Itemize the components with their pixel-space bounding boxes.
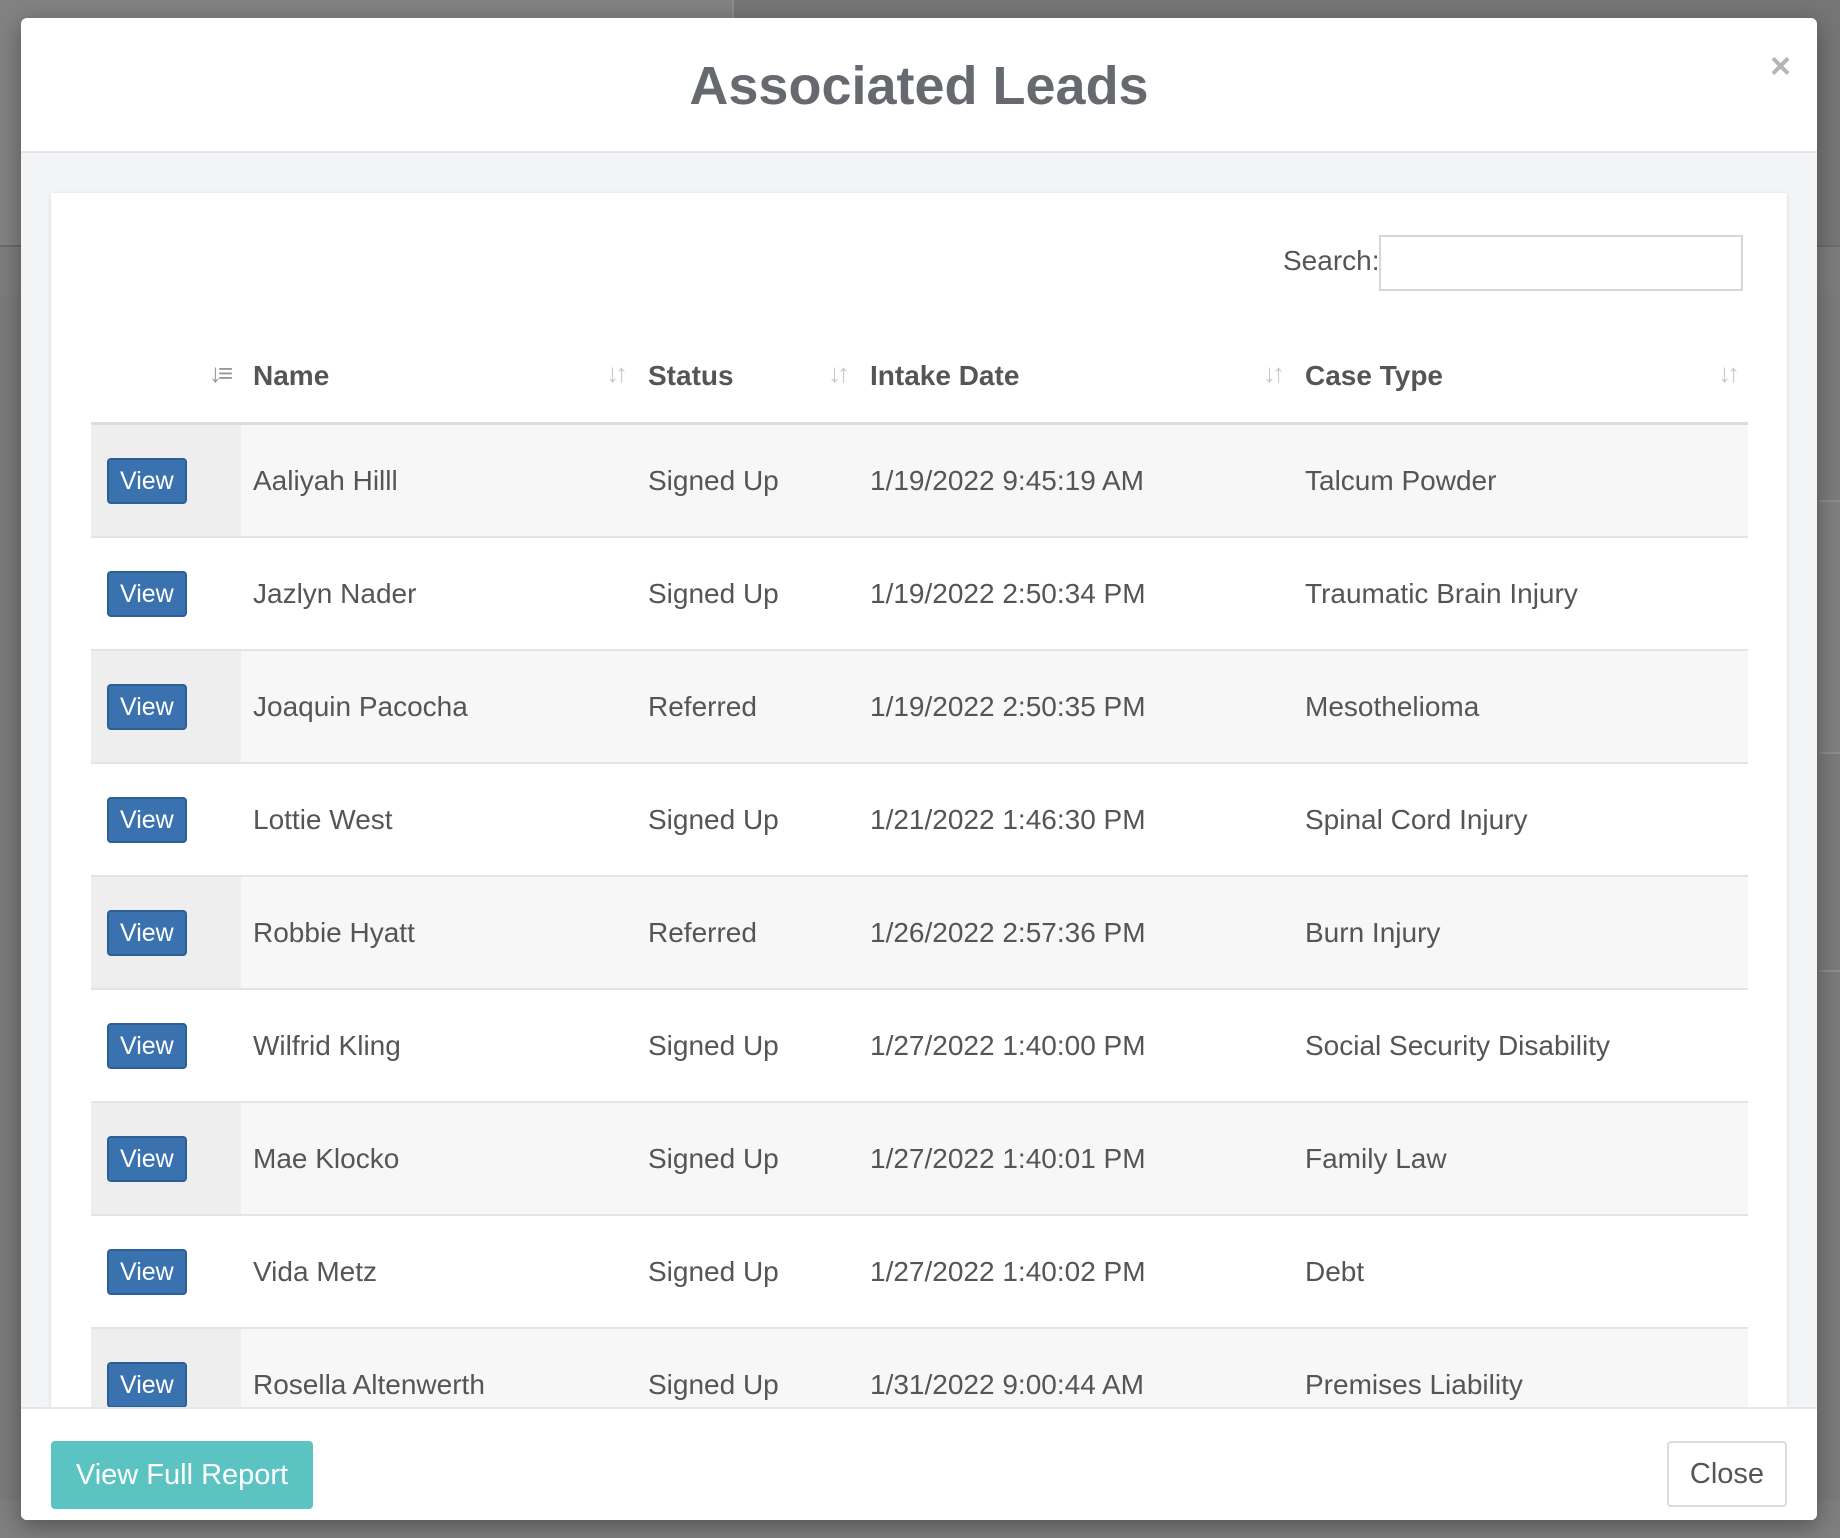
close-button[interactable]: Close	[1667, 1441, 1787, 1507]
view-button[interactable]: View	[107, 1022, 187, 1069]
row-action-cell: View	[91, 1215, 241, 1329]
case-type-cell: Family Law	[1293, 1102, 1748, 1216]
close-icon[interactable]: ×	[1770, 48, 1791, 84]
column-header-case-type[interactable]: Case Type ↓↑	[1293, 328, 1748, 425]
case-type-cell: Talcum Powder	[1293, 423, 1748, 538]
intake-date-cell: 1/19/2022 2:50:35 PM	[858, 650, 1293, 764]
name-cell: Lottie West	[241, 763, 636, 877]
table-row: View Mae Klocko Signed Up 1/27/2022 1:40…	[91, 1102, 1748, 1216]
name-cell: Robbie Hyatt	[241, 876, 636, 990]
column-header-label: Case Type	[1305, 360, 1443, 391]
modal-title: Associated Leads	[689, 56, 1149, 116]
sort-icon: ↓↑	[1718, 358, 1740, 388]
modal-footer: View Full Report Close	[21, 1407, 1817, 1520]
case-type-cell: Debt	[1293, 1215, 1748, 1329]
table-header-row: ↓≡ Name ↓↑ Status ↓↑ Intake Date ↓↑ Case…	[91, 328, 1748, 425]
table-row: View Vida Metz Signed Up 1/27/2022 1:40:…	[91, 1215, 1748, 1329]
case-type-cell: Burn Injury	[1293, 876, 1748, 990]
table-row: View Wilfrid Kling Signed Up 1/27/2022 1…	[91, 989, 1748, 1103]
view-button[interactable]: View	[107, 909, 187, 956]
sort-icon: ↓↑	[828, 358, 850, 388]
status-cell: Signed Up	[636, 763, 858, 877]
sort-icon: ↓↑	[1263, 358, 1285, 388]
case-type-cell: Traumatic Brain Injury	[1293, 537, 1748, 651]
name-cell: Joaquin Pacocha	[241, 650, 636, 764]
intake-date-cell: 1/27/2022 1:40:02 PM	[858, 1215, 1293, 1329]
case-type-cell: Mesothelioma	[1293, 650, 1748, 764]
row-action-cell: View	[91, 989, 241, 1103]
background-panel	[1820, 500, 1840, 754]
view-button[interactable]: View	[107, 570, 187, 617]
view-button[interactable]: View	[107, 1135, 187, 1182]
column-header-label: Status	[648, 360, 734, 391]
view-button[interactable]: View	[107, 1361, 187, 1408]
status-cell: Referred	[636, 876, 858, 990]
status-cell: Signed Up	[636, 989, 858, 1103]
sort-ascending-icon: ↓≡	[208, 358, 233, 388]
case-type-cell: Spinal Cord Injury	[1293, 763, 1748, 877]
search-label: Search:	[1283, 245, 1380, 276]
table-row: View Joaquin Pacocha Referred 1/19/2022 …	[91, 650, 1748, 764]
view-full-report-button[interactable]: View Full Report	[51, 1441, 313, 1509]
case-type-cell: Social Security Disability	[1293, 989, 1748, 1103]
table-row: View Lottie West Signed Up 1/21/2022 1:4…	[91, 763, 1748, 877]
modal-body: Search: ↓≡ Name ↓↑ Status ↓↑ Intake Date…	[21, 153, 1817, 1493]
view-button[interactable]: View	[107, 1248, 187, 1295]
intake-date-cell: 1/19/2022 2:50:34 PM	[858, 537, 1293, 651]
row-action-cell: View	[91, 650, 241, 764]
view-button[interactable]: View	[107, 796, 187, 843]
column-header-label: Name	[253, 360, 330, 391]
row-action-cell: View	[91, 537, 241, 651]
column-header-status[interactable]: Status ↓↑	[636, 328, 858, 425]
name-cell: Aaliyah Hilll	[241, 423, 636, 538]
sort-icon: ↓↑	[606, 358, 628, 388]
row-action-cell: View	[91, 876, 241, 990]
search-input[interactable]	[1379, 235, 1743, 291]
name-cell: Vida Metz	[241, 1215, 636, 1329]
table-row: View Robbie Hyatt Referred 1/26/2022 2:5…	[91, 876, 1748, 990]
intake-date-cell: 1/26/2022 2:57:36 PM	[858, 876, 1293, 990]
row-action-cell: View	[91, 1102, 241, 1216]
status-cell: Referred	[636, 650, 858, 764]
name-cell: Mae Klocko	[241, 1102, 636, 1216]
status-cell: Signed Up	[636, 423, 858, 538]
table-row: View Jazlyn Nader Signed Up 1/19/2022 2:…	[91, 537, 1748, 651]
modal-header: Associated Leads ×	[21, 18, 1817, 153]
background-divider	[1820, 970, 1840, 972]
row-action-cell: View	[91, 763, 241, 877]
view-button[interactable]: View	[107, 457, 187, 504]
intake-date-cell: 1/19/2022 9:45:19 AM	[858, 423, 1293, 538]
associated-leads-modal: Associated Leads × Search: ↓≡ Name ↓↑ St…	[21, 18, 1817, 1520]
column-header-intake-date[interactable]: Intake Date ↓↑	[858, 328, 1293, 425]
column-header-name[interactable]: Name ↓↑	[241, 328, 636, 425]
status-cell: Signed Up	[636, 1102, 858, 1216]
status-cell: Signed Up	[636, 537, 858, 651]
row-action-cell: View	[91, 423, 241, 538]
leads-card: Search: ↓≡ Name ↓↑ Status ↓↑ Intake Date…	[51, 193, 1787, 1493]
view-button[interactable]: View	[107, 683, 187, 730]
column-header-label: Intake Date	[870, 360, 1020, 391]
name-cell: Jazlyn Nader	[241, 537, 636, 651]
intake-date-cell: 1/21/2022 1:46:30 PM	[858, 763, 1293, 877]
leads-table: ↓≡ Name ↓↑ Status ↓↑ Intake Date ↓↑ Case…	[91, 328, 1748, 1442]
column-header-actions[interactable]: ↓≡	[91, 328, 241, 425]
name-cell: Wilfrid Kling	[241, 989, 636, 1103]
status-cell: Signed Up	[636, 1215, 858, 1329]
intake-date-cell: 1/27/2022 1:40:00 PM	[858, 989, 1293, 1103]
intake-date-cell: 1/27/2022 1:40:01 PM	[858, 1102, 1293, 1216]
table-row: View Aaliyah Hilll Signed Up 1/19/2022 9…	[91, 423, 1748, 538]
